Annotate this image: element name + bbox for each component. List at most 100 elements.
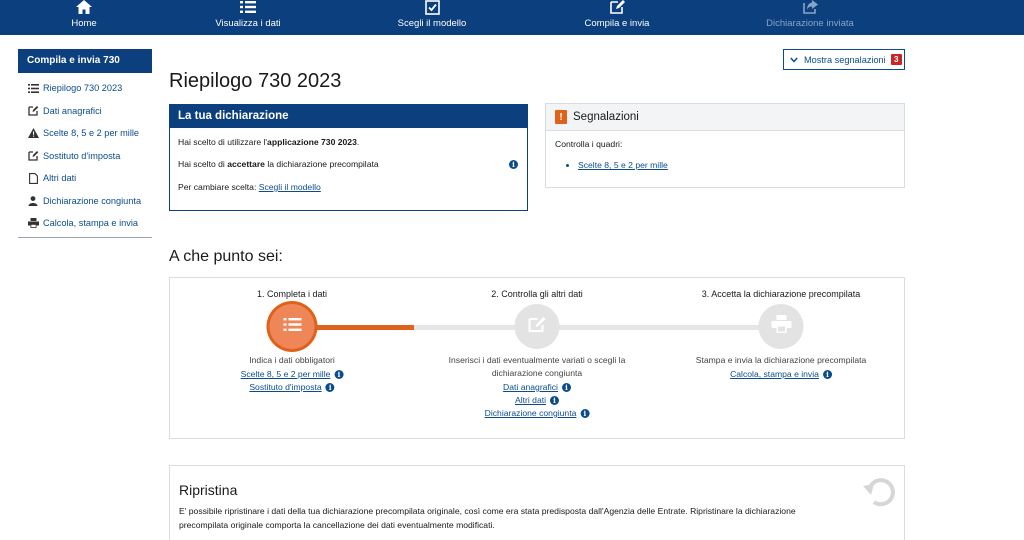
- step-2-title: 2. Controlla gli altri dati: [491, 289, 583, 299]
- warning-icon: [27, 128, 39, 139]
- step-3-circle: [758, 304, 804, 349]
- step-2-description-line: dichiarazione congiunta: [491, 368, 583, 378]
- sidebar-item-scelte-mille[interactable]: Scelte 8, 5 e 2 per mille: [18, 122, 152, 145]
- step-2-link-dati-anagrafici[interactable]: Dati anagrafici: [503, 382, 558, 392]
- step-3-link-calcola-stampa[interactable]: Calcola, stampa e invia: [730, 369, 819, 379]
- print-icon: [27, 218, 39, 229]
- step-1-link-scelte[interactable]: Scelte 8, 5 e 2 per mille: [241, 369, 331, 379]
- sidebar-item-dati-anagrafici[interactable]: Dati anagrafici: [18, 100, 152, 123]
- list-icon: [238, 0, 258, 16]
- exclamation-icon: !: [555, 110, 567, 124]
- step-2-link-row: Dati anagrafici i: [503, 382, 571, 392]
- edit-icon: [527, 315, 547, 338]
- step-1-description: Indica i dati obbligatori: [249, 355, 335, 365]
- dichiarazione-card-title: La tua dichiarazione: [170, 105, 527, 128]
- sidebar-item-dichiarazione-congiunta[interactable]: Dichiarazione congiunta: [18, 190, 152, 213]
- nav-scegli-modello-label: Scegli il modello: [397, 18, 467, 29]
- segnalazioni-count-badge: 3: [890, 54, 902, 65]
- info-icon[interactable]: i: [325, 382, 335, 392]
- sidebar-divider: [18, 236, 152, 238]
- step-2-link-dichiarazione-congiunta[interactable]: Dichiarazione congiunta: [485, 408, 577, 418]
- chevron-down-icon: [790, 56, 798, 63]
- info-icon[interactable]: i: [561, 382, 571, 392]
- bullet: [566, 163, 569, 167]
- sidebar-item-label: Altri dati: [43, 173, 77, 184]
- sidebar-item-sostituto-imposta[interactable]: Sostituto d'imposta: [18, 145, 152, 168]
- document-icon: [27, 172, 39, 184]
- user-icon: [27, 195, 39, 206]
- nav-dichiarazione-inviata: Dichiarazione inviata: [726, 0, 894, 35]
- edit-icon: [607, 0, 627, 16]
- segnalazioni-intro: Controlla i quadri:: [555, 139, 623, 149]
- nav-visualizza-dati-label: Visualizza i dati: [215, 18, 281, 29]
- sidebar-item-calcola-stampa[interactable]: Calcola, stampa e invia: [18, 212, 152, 235]
- step-1-link-sostituto[interactable]: Sostituto d'imposta: [249, 382, 321, 392]
- segnalazioni-card-header: ! Segnalazioni: [546, 104, 904, 131]
- step-3-link-row: Calcola, stampa e invia i: [730, 369, 832, 379]
- info-icon[interactable]: i: [334, 369, 344, 379]
- nav-compila-invia[interactable]: Compila e invia: [533, 0, 701, 35]
- sidebar: Compila e invia 730 Riepilogo 730 2023 D…: [18, 49, 152, 238]
- sidebar-item-riepilogo[interactable]: Riepilogo 730 2023: [18, 77, 152, 100]
- print-icon: [771, 315, 791, 338]
- home-icon: [74, 0, 94, 16]
- dichiarazione-card: La tua dichiarazione Hai scelto di utili…: [169, 104, 528, 211]
- dichiarazione-row-cambiare: Per cambiare scelta: Scegli il modello: [178, 182, 321, 192]
- dichiarazione-row-accettare: Hai scelto di accettare la dichiarazione…: [178, 159, 379, 169]
- sidebar-item-altri-dati[interactable]: Altri dati: [18, 167, 152, 190]
- step-3-description: Stampa e invia la dichiarazione precompi…: [695, 355, 867, 365]
- segnalazione-link-scelte[interactable]: Scelte 8, 5 e 2 per mille: [578, 160, 668, 170]
- info-icon[interactable]: i: [550, 395, 560, 405]
- share-icon: [800, 0, 820, 16]
- step-1-link-row: Sostituto d'imposta i: [249, 382, 335, 392]
- nav-scegli-modello[interactable]: Scegli il modello: [348, 0, 516, 35]
- ripristina-text: E' possibile ripristinare i dati della t…: [179, 506, 796, 530]
- top-navigation: Home Visualizza i dati Scegli il modello…: [0, 0, 1024, 35]
- dichiarazione-row-applicazione: Hai scelto di utilizzare l'applicazione …: [178, 137, 359, 147]
- text: .: [356, 137, 360, 147]
- segnalazioni-card: ! Segnalazioni Controlla i quadri: Scelt…: [545, 103, 905, 188]
- segnalazioni-card-title: Segnalazioni: [573, 111, 639, 123]
- sidebar-item-label: Scelte 8, 5 e 2 per mille: [43, 128, 140, 139]
- progress-section-title: A che punto sei:: [169, 248, 283, 265]
- list-icon: [283, 317, 301, 337]
- undo-icon[interactable]: [860, 473, 900, 513]
- nav-visualizza-dati[interactable]: Visualizza i dati: [164, 0, 332, 35]
- sidebar-item-label: Riepilogo 730 2023: [43, 83, 123, 94]
- step-3-title: 3. Accetta la dichiarazione precompilata: [701, 289, 861, 299]
- step-2-description: Inserisci i dati eventualmente variati o…: [427, 354, 647, 380]
- text-bold: accettare: [227, 159, 265, 169]
- info-icon[interactable]: i: [822, 369, 832, 379]
- sidebar-item-label: Calcola, stampa e invia: [43, 218, 138, 229]
- step-2-link-row: Altri dati i: [515, 395, 560, 405]
- edit-icon: [27, 150, 39, 161]
- ripristina-card: Ripristina E' possibile ripristinare i d…: [169, 465, 905, 540]
- nav-home-label: Home: [71, 18, 97, 29]
- mostra-segnalazioni-button[interactable]: Mostra segnalazioni 3: [783, 49, 905, 70]
- step-1-circle: [269, 304, 315, 349]
- ripristina-title: Ripristina: [179, 482, 238, 498]
- step-2-link-altri-dati[interactable]: Altri dati: [515, 395, 546, 405]
- nav-compila-invia-label: Compila e invia: [584, 18, 650, 29]
- text: Hai scelto di utilizzare l': [178, 137, 268, 147]
- step-2-link-row: Dichiarazione congiunta i: [485, 408, 590, 418]
- edit-icon: [27, 105, 39, 116]
- list-icon: [27, 83, 39, 94]
- checkbox-icon: [422, 0, 442, 16]
- nav-home[interactable]: Home: [0, 0, 168, 35]
- page-title: Riepilogo 730 2023: [169, 70, 342, 92]
- nav-dichiarazione-inviata-label: Dichiarazione inviata: [766, 18, 854, 29]
- scegli-modello-link[interactable]: Scegli il modello: [259, 182, 321, 192]
- sidebar-item-label: Dichiarazione congiunta: [43, 195, 142, 206]
- text-bold: applicazione 730 2023: [267, 137, 357, 147]
- progress-stepper: 1. Completa i dati Indica i dati obbliga…: [169, 277, 905, 439]
- text: Hai scelto di: [178, 159, 228, 169]
- step-2-description-line: Inserisci i dati eventualmente variati o…: [448, 355, 626, 365]
- step-1-title: 1. Completa i dati: [256, 289, 328, 299]
- info-icon[interactable]: i: [509, 160, 518, 169]
- progress-track-pending: [414, 325, 781, 330]
- sidebar-item-label: Dati anagrafici: [43, 105, 102, 116]
- info-icon[interactable]: i: [580, 408, 590, 418]
- step-2-circle: [514, 304, 560, 349]
- sidebar-item-label: Sostituto d'imposta: [43, 150, 121, 161]
